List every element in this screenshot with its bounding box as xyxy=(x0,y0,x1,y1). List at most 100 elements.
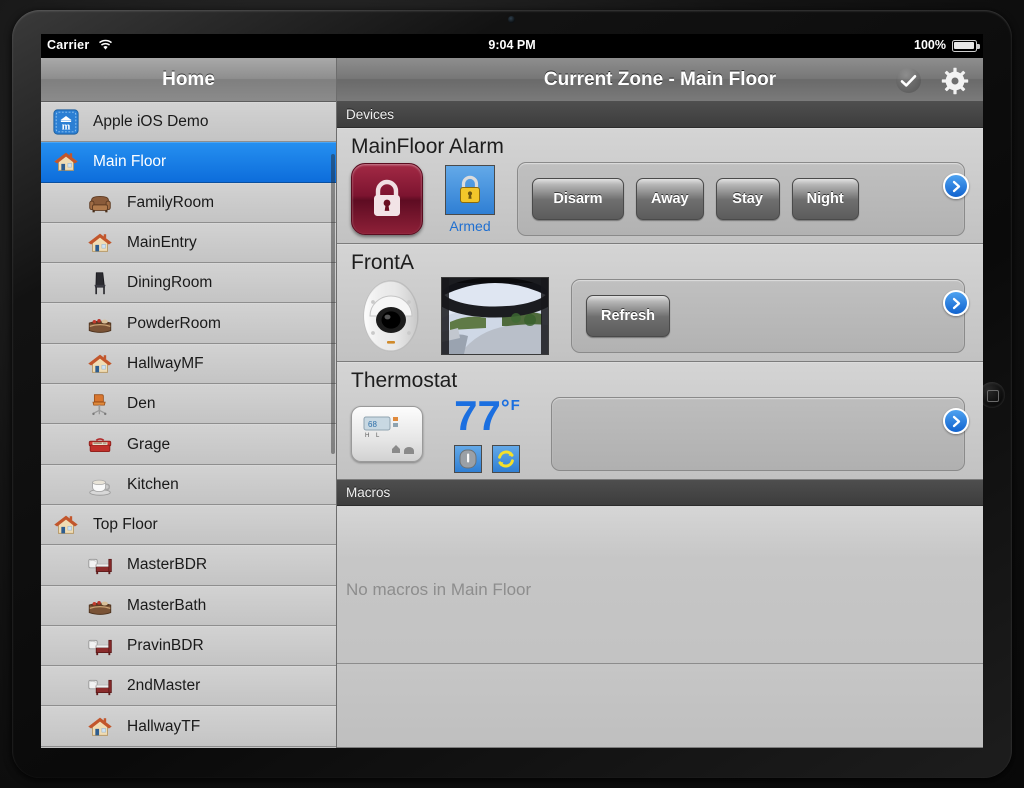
macros-empty-message: No macros in Main Floor xyxy=(346,580,532,599)
thermostat-icon[interactable]: 68 H L xyxy=(351,406,423,462)
temperature-value: 77 xyxy=(454,392,501,439)
battery-percent-label: 100% xyxy=(914,38,946,52)
cake-icon xyxy=(83,309,117,339)
svg-text:m: m xyxy=(62,122,71,133)
sidebar-item-powderroom[interactable]: PowderRoom xyxy=(41,303,336,344)
temperature-value-group: 77 ° F xyxy=(454,395,520,437)
office-chair-icon xyxy=(83,389,117,419)
sidebar-item-mainentry[interactable]: MainEntry xyxy=(41,222,336,264)
macros-section-header: Macros xyxy=(337,480,983,506)
chair-icon xyxy=(83,268,117,298)
sidebar-item-label: HallwayTF xyxy=(127,717,201,735)
camera-snapshot-image[interactable] xyxy=(441,277,549,355)
sidebar-item-apple-ios-demo[interactable]: m Apple iOS Demo xyxy=(41,102,336,143)
device-name: MainFloor Alarm xyxy=(351,135,504,158)
status-bar: Carrier 9:04 PM 100% xyxy=(41,34,983,58)
clock-label: 9:04 PM xyxy=(488,38,536,52)
disclosure-arrow-icon[interactable] xyxy=(943,290,969,316)
coffee-cup-icon xyxy=(83,470,117,500)
sidebar-item-main-floor[interactable]: Main Floor xyxy=(41,142,336,183)
sidebar-item-top-floor[interactable]: Top Floor xyxy=(41,504,336,546)
sidebar-item-hallwaymf[interactable]: HallwayMF xyxy=(41,343,336,385)
house-icon xyxy=(83,712,117,742)
degree-symbol: ° xyxy=(500,395,510,420)
devices-list: MainFloor Alarm Armed Disarm Away Stay N… xyxy=(337,128,983,480)
sidebar-item-label: Kitchen xyxy=(127,475,179,493)
sidebar-item-label: FamilyRoom xyxy=(127,193,214,211)
alarm-lock-icon[interactable] xyxy=(351,163,423,235)
sidebar-item-masterbdr[interactable]: MasterBDR xyxy=(41,545,336,586)
thermostat-control-panel xyxy=(551,397,965,471)
away-button[interactable]: Away xyxy=(636,178,704,220)
power-button-icon[interactable] xyxy=(454,445,482,473)
bed-icon xyxy=(83,550,117,580)
night-button[interactable]: Night xyxy=(791,178,859,220)
macros-filler-row xyxy=(337,663,983,747)
page-title: Current Zone - Main Floor xyxy=(543,68,777,90)
armchair-icon xyxy=(83,188,117,218)
sidebar-item-familyroom[interactable]: FamilyRoom xyxy=(41,182,336,223)
disarm-button[interactable]: Disarm xyxy=(532,178,624,220)
sidebar-item-hallwaytf[interactable]: HallwayTF xyxy=(41,706,336,747)
svg-text:68: 68 xyxy=(368,420,377,429)
temperature-unit: F xyxy=(510,397,520,414)
devices-section-header: Devices xyxy=(337,102,983,128)
dome-camera-icon[interactable] xyxy=(351,278,431,354)
house-icon xyxy=(83,228,117,258)
bed-icon xyxy=(83,631,117,661)
sidebar-item-label: PravinBDR xyxy=(127,637,204,654)
device-name: FrontA xyxy=(351,251,415,274)
sidebar-item-diningroom[interactable]: DiningRoom xyxy=(41,263,336,304)
sync-refresh-icon[interactable] xyxy=(492,445,520,473)
sidebar-item-label: 2ndMaster xyxy=(127,677,201,695)
sidebar-item-label: Grage xyxy=(127,435,171,453)
app-root: Home m Apple iOS Demo Main Floor FamilyR… xyxy=(41,58,983,748)
sidebar-title: Home xyxy=(162,68,215,90)
content-header: Current Zone - Main Floor xyxy=(337,58,983,102)
content-pane: Current Zone - Main Floor Devices MainFl… xyxy=(337,58,983,748)
sidebar-item-label: MainEntry xyxy=(127,234,197,252)
svg-text:L: L xyxy=(376,433,380,439)
svg-text:H: H xyxy=(365,433,369,439)
device-card-camera[interactable]: FrontA Refresh xyxy=(337,244,983,362)
sidebar-item-2ndmaster[interactable]: 2ndMaster xyxy=(41,666,336,707)
stay-button[interactable]: Stay xyxy=(715,178,780,220)
refresh-button[interactable]: Refresh xyxy=(586,295,670,337)
house-icon xyxy=(49,147,83,177)
sidebar-item-label: MasterBath xyxy=(127,596,207,614)
sidebar-item-label: PowderRoom xyxy=(127,314,221,332)
sidebar-item-kitchen[interactable]: Kitchen xyxy=(41,464,336,505)
gear-icon[interactable] xyxy=(941,67,969,95)
sidebar-item-label: Main Floor xyxy=(93,153,167,171)
sidebar-item-masterbath[interactable]: MasterBath xyxy=(41,585,336,626)
device-card-alarm[interactable]: MainFloor Alarm Armed Disarm Away Stay N… xyxy=(337,128,983,244)
temperature-display: 77 ° F xyxy=(439,395,535,473)
device-card-thermostat[interactable]: Thermostat 68 H L 77 ° F xyxy=(337,362,983,480)
house-icon xyxy=(83,349,117,379)
device-name: Thermostat xyxy=(351,369,458,392)
sidebar-item-label: Apple iOS Demo xyxy=(93,113,209,131)
disclosure-arrow-icon[interactable] xyxy=(943,408,969,434)
app-logo-icon: m xyxy=(49,107,83,137)
sidebar-list: m Apple iOS Demo Main Floor FamilyRoom M… xyxy=(41,102,336,748)
sidebar-item-label: MasterBDR xyxy=(127,556,208,574)
alarm-status-label: Armed xyxy=(449,217,491,234)
sidebar-item-den[interactable]: Den xyxy=(41,384,336,425)
checkmark-icon[interactable] xyxy=(896,68,921,93)
sidebar-header: Home xyxy=(41,58,336,102)
toolbox-icon xyxy=(83,430,117,460)
disclosure-arrow-icon[interactable] xyxy=(943,173,969,199)
devices-section-label: Devices xyxy=(346,107,395,122)
ipad-device: Carrier 9:04 PM 100% Home m Apple iOS De… xyxy=(0,0,1024,788)
alarm-button-panel: Disarm Away Stay Night xyxy=(517,162,965,236)
macros-section-label: Macros xyxy=(346,485,391,500)
camera-button-panel: Refresh xyxy=(571,279,965,353)
sidebar-item-grage[interactable]: Grage xyxy=(41,424,336,465)
sidebar-item-label: Den xyxy=(127,395,156,413)
sidebar-item-label: HallwayMF xyxy=(127,354,204,372)
sidebar-scrollbar[interactable] xyxy=(331,154,335,454)
front-camera-icon xyxy=(508,16,515,23)
sidebar-item-pravinbdr[interactable]: PravinBDR xyxy=(41,625,336,667)
sidebar-item-label: Top Floor xyxy=(93,516,158,534)
padlock-armed-icon[interactable] xyxy=(445,164,495,215)
